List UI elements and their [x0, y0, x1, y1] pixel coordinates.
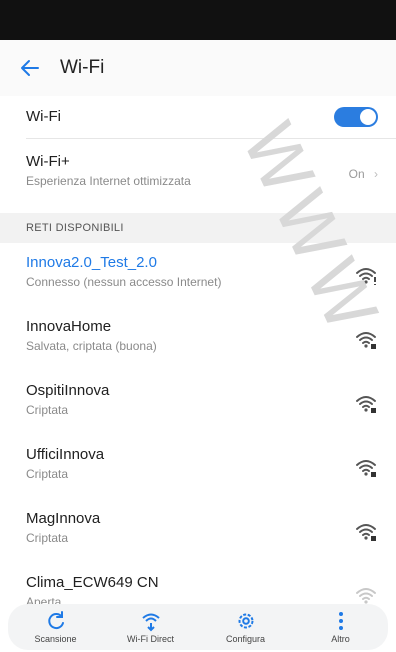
- section-header: RETI DISPONIBILI: [0, 213, 396, 243]
- network-status: Salvata, criptata (buona): [26, 339, 157, 353]
- wifi-plus-row[interactable]: Wi-Fi+ Esperienza Internet ottimizzata O…: [0, 139, 396, 199]
- network-name: UfficiInnova: [26, 446, 105, 463]
- page-title: Wi-Fi: [60, 57, 105, 78]
- wifi-plus-label: Wi-Fi+: [26, 153, 70, 170]
- scan-label: Scansione: [34, 634, 77, 644]
- network-item[interactable]: Innova2.0_Test_2.0 Connesso (nessun acces…: [0, 243, 396, 305]
- wifi-lock-icon: [356, 460, 376, 477]
- wifi-toggle-row[interactable]: Wi-Fi: [0, 96, 396, 138]
- network-name: OspitiInnova: [26, 382, 110, 399]
- refresh-icon: [47, 611, 64, 630]
- network-name: Innova2.0_Test_2.0: [26, 254, 157, 271]
- wifi-lock-icon: [356, 524, 376, 541]
- wifi-label: Wi-Fi: [26, 108, 61, 125]
- scan-button[interactable]: Scansione: [11, 610, 101, 644]
- wifi-plus-value-text: On: [348, 167, 365, 181]
- bottom-action-bar: Scansione Wi-Fi Direct Configura Altro: [8, 604, 388, 650]
- more-vertical-icon: [338, 612, 343, 630]
- configure-label: Configura: [225, 634, 266, 644]
- network-name: Clima_ECW649 CN: [26, 574, 159, 591]
- wifi-direct-button[interactable]: Wi-Fi Direct: [106, 610, 196, 644]
- network-item[interactable]: MagInnova Criptata: [0, 499, 396, 561]
- network-status: Criptata: [26, 467, 69, 481]
- gear-icon: [238, 613, 253, 629]
- switch-knob: [360, 109, 376, 125]
- wifi-direct-icon: [141, 613, 160, 632]
- wifi-direct-label: Wi-Fi Direct: [127, 634, 174, 644]
- network-status: Connesso (nessun accesso Internet): [26, 275, 222, 289]
- more-button[interactable]: Altro: [296, 610, 386, 644]
- more-label: Altro: [331, 634, 350, 644]
- wifi-lock-icon: [356, 332, 376, 349]
- toolbar: Wi-Fi: [0, 40, 396, 96]
- wifi-plus-value: On ›: [349, 167, 378, 181]
- network-status: Criptata: [26, 403, 69, 417]
- network-item[interactable]: OspitiInnova Criptata: [0, 371, 396, 433]
- network-item[interactable]: InnovaHome Salvata, criptata (buona): [0, 307, 396, 369]
- network-name: InnovaHome: [26, 318, 112, 335]
- wifi-plus-sublabel: Esperienza Internet ottimizzata: [26, 174, 191, 188]
- wifi-no-internet-icon: [356, 268, 376, 285]
- network-status: Criptata: [26, 531, 69, 545]
- chevron-right-icon: ›: [374, 167, 378, 181]
- wifi-switch[interactable]: [334, 107, 378, 127]
- network-item[interactable]: UfficiInnova Criptata: [0, 435, 396, 497]
- arrow-left-icon: [21, 60, 39, 76]
- configure-button[interactable]: Configura: [201, 610, 291, 644]
- status-bar: [0, 0, 396, 40]
- back-button[interactable]: [0, 40, 60, 96]
- wifi-lock-icon: [356, 396, 376, 413]
- network-name: MagInnova: [26, 510, 101, 527]
